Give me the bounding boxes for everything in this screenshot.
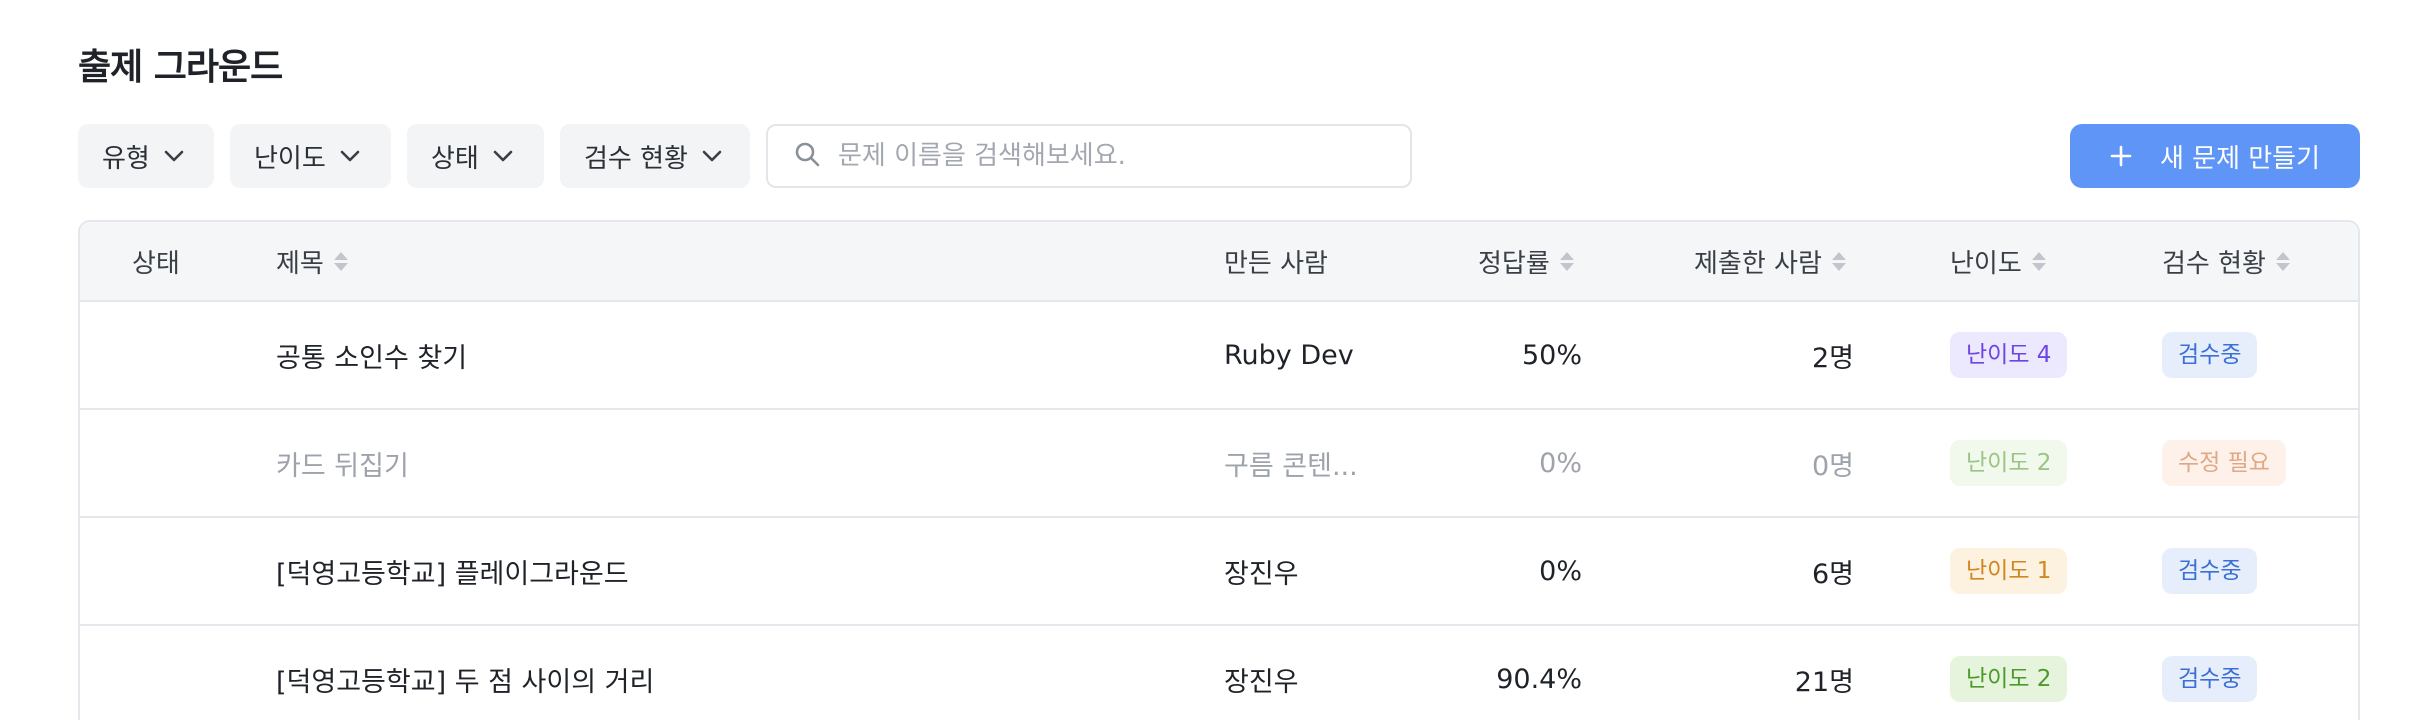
toolbar: 유형 난이도 상태 검수 현황 문제 이름을 검색해보세요. 새 문제 만들기 bbox=[78, 124, 2360, 188]
create-problem-label: 새 문제 만들기 bbox=[2159, 143, 2321, 174]
problem-author: 구름 콘텐... bbox=[1224, 450, 1358, 482]
filter-status-button[interactable]: 상태 bbox=[407, 124, 544, 188]
column-header-review[interactable]: 검수 현황 bbox=[2162, 222, 2290, 300]
problem-rate: 50% bbox=[1521, 339, 1582, 371]
level-badge: 난이도 1 bbox=[1950, 548, 2068, 594]
problem-table: 상태 제목 만든 사람 정답률 제출한 사람 난이도 검수 현황 공통 소인수 … bbox=[78, 220, 2360, 720]
problem-title[interactable]: 카드 뒤집기 bbox=[276, 410, 409, 516]
review-status-badge: 검수중 bbox=[2162, 656, 2258, 702]
chevron-down-icon bbox=[164, 150, 184, 162]
filter-level-button[interactable]: 난이도 bbox=[230, 124, 391, 188]
table-row[interactable]: [덕영고등학교] 플레이그라운드 장진우 0% 6명 난이도 1 검수중 bbox=[80, 518, 2358, 626]
sort-icon[interactable] bbox=[2031, 251, 2046, 271]
column-header-rate[interactable]: 정답률 bbox=[1478, 222, 1574, 300]
sort-icon[interactable] bbox=[1559, 251, 1574, 271]
problem-author: Ruby Dev bbox=[1224, 339, 1354, 371]
column-header-submitters[interactable]: 제출한 사람 bbox=[1694, 222, 1846, 300]
column-status-label: 상태 bbox=[132, 248, 180, 279]
filter-level-label: 난이도 bbox=[254, 143, 326, 174]
table-header: 상태 제목 만든 사람 정답률 제출한 사람 난이도 검수 현황 bbox=[80, 222, 2358, 302]
search-box bbox=[766, 124, 1412, 188]
review-status-badge: 검수중 bbox=[2162, 548, 2258, 594]
column-submitters-label: 제출한 사람 bbox=[1694, 248, 1822, 279]
filter-review-button[interactable]: 검수 현황 bbox=[560, 124, 750, 188]
problem-rate: 90.4% bbox=[1496, 663, 1582, 695]
column-header-author: 만든 사람 bbox=[1224, 222, 1328, 300]
column-level-label: 난이도 bbox=[1950, 248, 2022, 279]
problem-rate: 0% bbox=[1539, 555, 1582, 587]
table-row[interactable]: 카드 뒤집기 구름 콘텐... 0% 0명 난이도 2 수정 필요 bbox=[80, 410, 2358, 518]
problem-author: 장진우 bbox=[1224, 558, 1299, 590]
level-badge: 난이도 2 bbox=[1950, 440, 2068, 486]
problem-rate: 0% bbox=[1539, 447, 1582, 479]
table-row[interactable]: [덕영고등학교] 두 점 사이의 거리 장진우 90.4% 21명 난이도 2 … bbox=[80, 626, 2358, 720]
column-review-label: 검수 현황 bbox=[2162, 248, 2266, 279]
column-author-label: 만든 사람 bbox=[1224, 248, 1328, 279]
filter-review-label: 검수 현황 bbox=[584, 143, 688, 174]
problem-title[interactable]: [덕영고등학교] 두 점 사이의 거리 bbox=[276, 626, 654, 720]
chevron-down-icon bbox=[702, 150, 722, 162]
problem-title[interactable]: [덕영고등학교] 플레이그라운드 bbox=[276, 518, 629, 624]
sort-icon[interactable] bbox=[1831, 251, 1846, 271]
page: 출제 그라운드 유형 난이도 상태 검수 현황 문제 이름을 검색해보세요. 새… bbox=[0, 0, 2430, 720]
problem-submitters: 2명 bbox=[1811, 342, 1854, 374]
chevron-down-icon bbox=[493, 150, 513, 162]
problem-author: 장진우 bbox=[1224, 666, 1299, 698]
problem-title[interactable]: 공통 소인수 찾기 bbox=[276, 302, 467, 408]
level-badge: 난이도 4 bbox=[1950, 332, 2068, 378]
table-row[interactable]: 공통 소인수 찾기 Ruby Dev 50% 2명 난이도 4 검수중 bbox=[80, 302, 2358, 410]
page-title: 출제 그라운드 bbox=[78, 47, 283, 88]
filter-status-label: 상태 bbox=[431, 143, 479, 174]
column-rate-label: 정답률 bbox=[1478, 248, 1550, 279]
review-status-badge: 수정 필요 bbox=[2162, 440, 2286, 486]
filter-type-button[interactable]: 유형 bbox=[78, 124, 214, 188]
column-header-status: 상태 bbox=[132, 222, 180, 300]
problem-submitters: 6명 bbox=[1811, 558, 1854, 590]
level-badge: 난이도 2 bbox=[1950, 656, 2068, 702]
search-icon bbox=[794, 141, 820, 171]
search-input[interactable] bbox=[838, 141, 1398, 171]
column-header-level[interactable]: 난이도 bbox=[1950, 222, 2046, 300]
create-problem-button[interactable]: 새 문제 만들기 bbox=[2070, 124, 2360, 188]
sort-icon[interactable] bbox=[2275, 251, 2290, 271]
plus-icon bbox=[2110, 139, 2132, 173]
problem-submitters: 0명 bbox=[1811, 450, 1854, 482]
filter-type-label: 유형 bbox=[102, 143, 150, 174]
sort-icon[interactable] bbox=[333, 251, 348, 271]
column-title-label: 제목 bbox=[276, 248, 324, 279]
problem-submitters: 21명 bbox=[1794, 666, 1854, 698]
review-status-badge: 검수중 bbox=[2162, 332, 2258, 378]
column-header-title[interactable]: 제목 bbox=[276, 222, 348, 300]
chevron-down-icon bbox=[340, 150, 360, 162]
